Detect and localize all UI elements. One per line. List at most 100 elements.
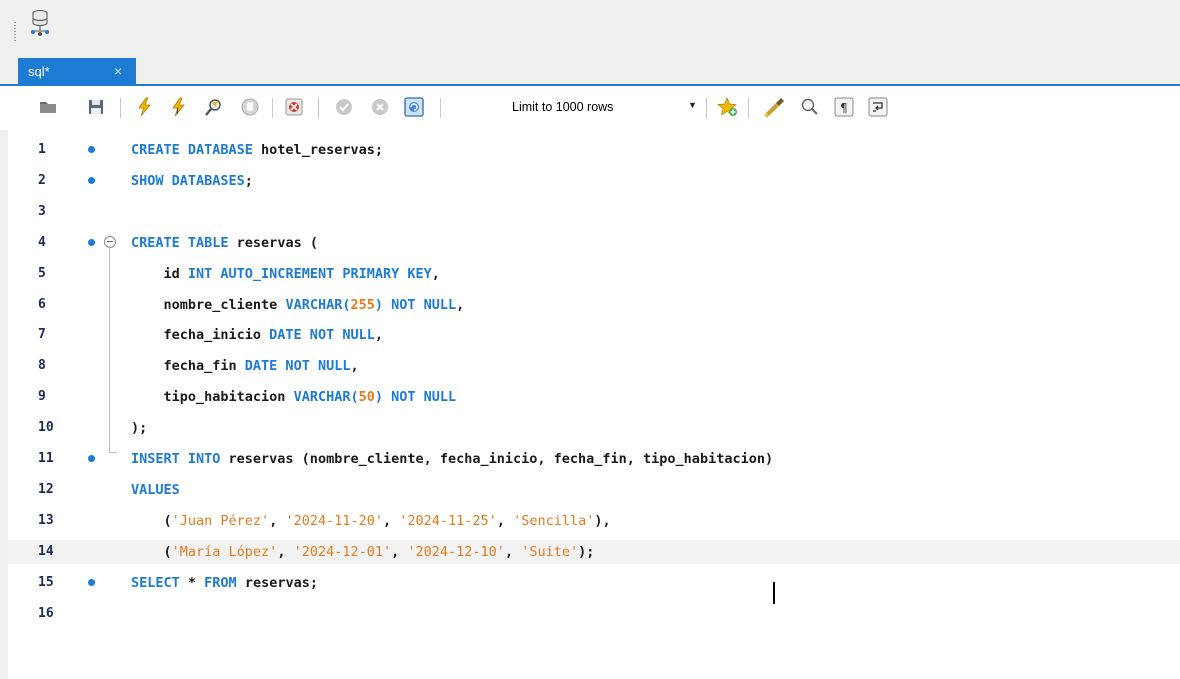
explain-icon[interactable] [200,94,228,120]
chevron-down-icon[interactable]: ▼ [688,100,697,110]
code-token: , [504,543,522,560]
code-text: SHOW DATABASES; [131,173,253,189]
code-token: reservas [228,234,310,251]
code-line[interactable]: 14 ('María López', '2024-12-01', '2024-1… [8,539,1180,564]
code-line[interactable]: 4 CREATE TABLE reservas ( [8,231,1180,255]
statement-marker-icon [88,146,95,153]
code-line[interactable]: 6 nombre_cliente VARCHAR(255) NOT NULL, [8,293,1180,317]
code-token: ( [131,543,172,560]
code-text: ('Juan Pérez', '2024-11-20', '2024-11-25… [131,513,611,529]
code-token: '2024-11-20' [285,512,383,529]
toolbar-grip[interactable] [14,22,16,42]
code-token: , [431,265,440,282]
sql-code-editor[interactable]: 1 CREATE DATABASE hotel_reservas; 2 SHOW DA… [8,130,1180,679]
code-token: DATE NOT NULL [244,358,351,375]
line-number: 7 [38,327,46,343]
toolbar-separator [440,98,441,118]
invisible-chars-icon[interactable]: ¶ [830,94,858,120]
line-number: 8 [38,358,46,374]
line-number: 3 [38,203,46,219]
database-connection-icon[interactable] [24,4,52,44]
code-token: id [131,265,188,282]
code-line[interactable]: 8 fecha_fin DATE NOT NULL, [8,354,1180,378]
line-number: 1 [38,142,46,157]
toggle-continue-icon[interactable] [280,94,308,120]
code-token: , [383,512,400,529]
code-line[interactable]: 12 VALUES [8,478,1180,502]
code-token: DATE NOT NULL [269,327,375,344]
svg-text:I: I [176,107,179,117]
code-token: tipo_habitacion [131,389,294,406]
code-line[interactable]: 9 tipo_habitacion VARCHAR(50) NOT NULL [8,385,1180,409]
code-line[interactable]: 7 fecha_inicio DATE NOT NULL, [8,323,1180,347]
code-token: ; [244,172,253,189]
code-line[interactable]: 15 SELECT * FROM reservas; [8,571,1180,595]
fold-guide-line [109,246,110,452]
code-token: VALUES [131,481,180,498]
close-icon[interactable]: × [114,63,122,79]
line-number: 15 [38,574,54,590]
line-number: 12 [38,481,54,497]
wrap-lines-icon[interactable] [864,94,892,120]
code-token: , [496,512,514,529]
code-token: 'Juan Pérez' [171,512,270,529]
code-line[interactable]: 2 SHOW DATABASES; [8,169,1180,193]
code-token: ) NOT NULL [374,296,457,313]
code-token: '2024-12-01' [293,543,392,560]
code-line[interactable]: 3 [8,200,1180,224]
toolbar-separator [272,98,273,118]
code-token: , [391,543,408,560]
code-token: INSERT INTO [131,451,221,467]
autocommit-icon[interactable] [400,94,428,120]
code-text: fecha_inicio DATE NOT NULL, [131,327,383,343]
code-line[interactable]: 13 ('Juan Pérez', '2024-11-20', '2024-11… [8,509,1180,533]
code-text: fecha_fin DATE NOT NULL, [131,358,359,374]
code-line[interactable]: 5 id INT AUTO_INCREMENT PRIMARY KEY, [8,262,1180,286]
statement-marker-icon [88,238,95,246]
code-text: tipo_habitacion VARCHAR(50) NOT NULL [131,389,457,406]
beautify-icon[interactable] [760,94,788,120]
limit-rows-select[interactable]: Limit to 1000 rows [512,100,613,114]
line-number: 9 [38,389,46,405]
open-folder-icon[interactable] [34,94,62,120]
code-line[interactable]: 11 INSERT INTO reservas (nombre_cliente, … [8,447,1180,471]
line-number: 6 [38,296,46,312]
code-text: CREATE TABLE reservas ( [131,235,318,251]
code-token: 255 [350,296,375,313]
code-text: id INT AUTO_INCREMENT PRIMARY KEY, [131,266,440,282]
code-text: nombre_cliente VARCHAR(255) NOT NULL, [131,296,465,313]
execute-icon[interactable] [130,94,158,120]
editor-tab-bar [0,56,1180,86]
code-token: ) NOT NULL [374,389,457,406]
tab-label: sql* [28,64,50,79]
text-caret [773,582,775,604]
statement-marker-icon [88,455,95,462]
code-token: 'Sencilla' [513,512,595,529]
line-number: 11 [38,451,54,466]
code-token: CREATE TABLE [131,234,229,251]
code-text: VALUES [131,482,180,498]
stop-icon[interactable] [236,94,264,120]
code-token: ); [578,543,595,560]
rollback-icon[interactable] [366,94,394,120]
code-text: CREATE DATABASE hotel_reservas; [131,142,383,158]
code-token: fecha_fin [131,358,245,375]
code-token: , [456,296,465,313]
fold-end-marker [109,452,117,453]
save-icon[interactable] [82,94,110,120]
commit-icon[interactable] [330,94,358,120]
code-token: ( [309,234,318,251]
code-token: VARCHAR( [285,296,351,313]
code-token: , [269,512,286,529]
code-token: reservas (nombre_cliente, fecha_inicio, … [220,451,774,467]
code-token: VARCHAR( [293,389,359,406]
toolbar-separator [120,98,121,118]
find-icon[interactable] [796,94,824,120]
fold-toggle-icon[interactable] [104,235,116,248]
execute-current-icon[interactable]: I [164,94,192,120]
code-line[interactable]: 16 [8,602,1180,626]
code-line[interactable]: 1 CREATE DATABASE hotel_reservas; [8,138,1180,162]
add-snippet-icon[interactable] [714,94,742,120]
code-line[interactable]: 10); [8,416,1180,440]
tab-sql[interactable]: sql* × [18,58,136,86]
